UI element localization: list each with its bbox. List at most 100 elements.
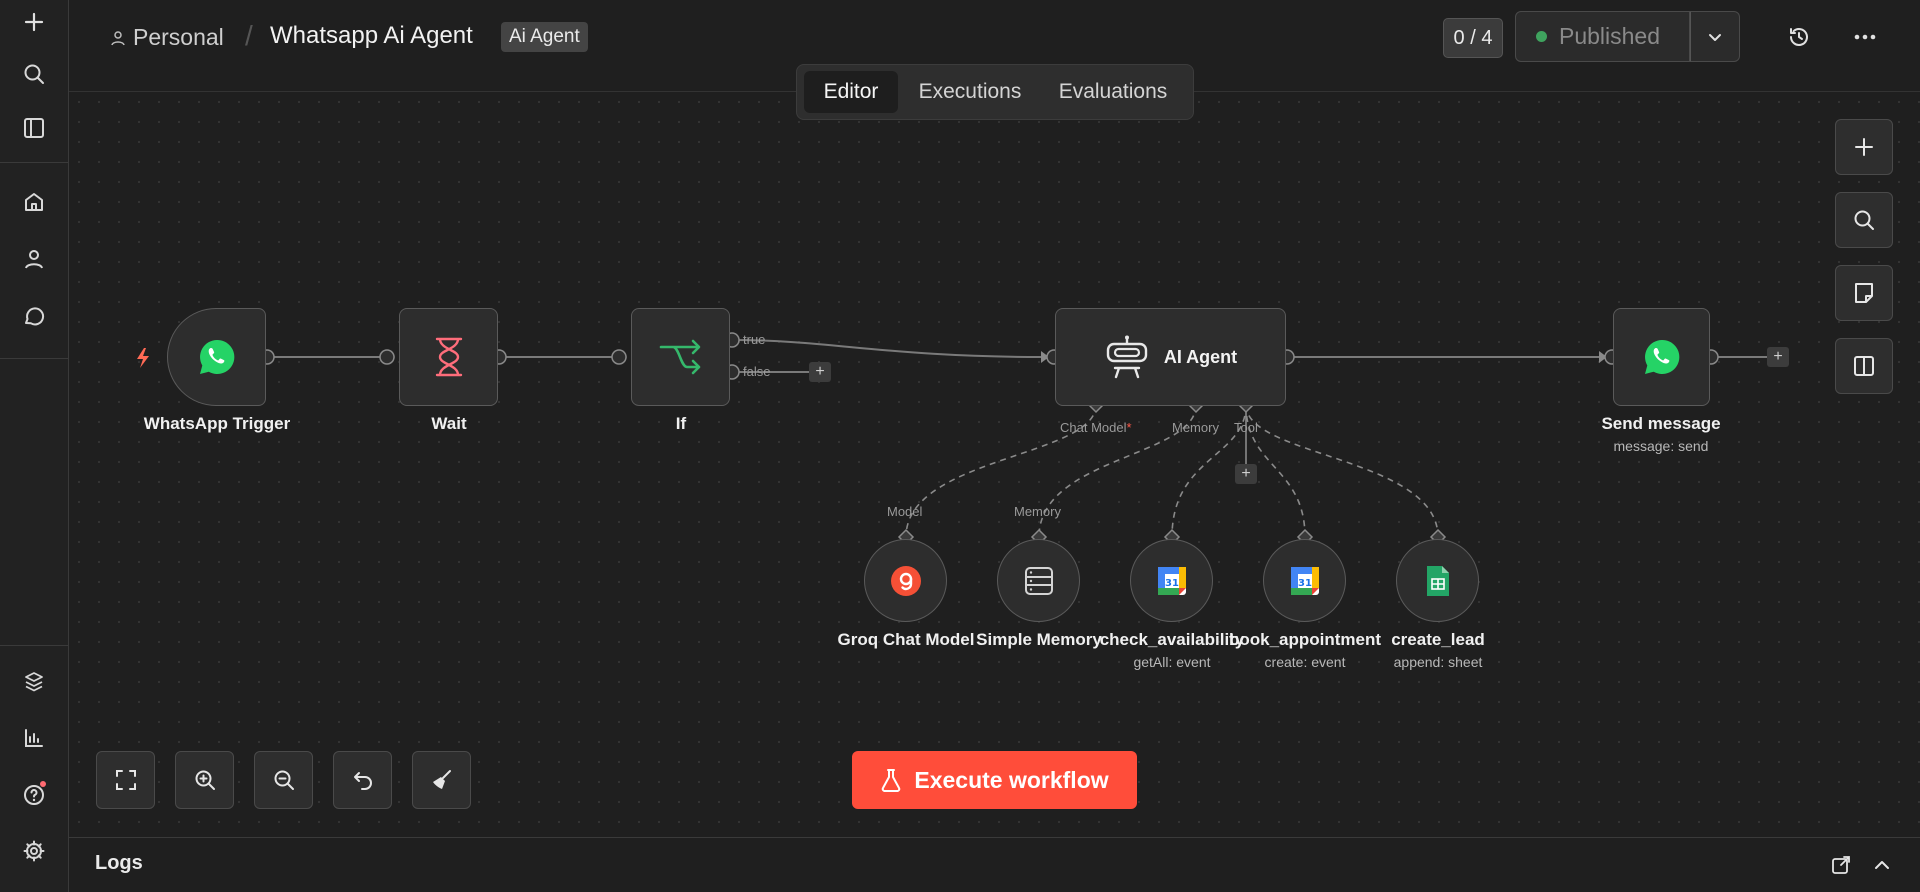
node-check-availability-label: check_availability (1099, 630, 1245, 649)
connections-layer (137, 332, 1767, 546)
node-book-appointment-label: book_appointment (1228, 630, 1382, 649)
port-memory-label: Memory (1172, 420, 1219, 435)
node-if-label: If (675, 414, 687, 433)
node-whatsapp-trigger[interactable] (167, 308, 266, 406)
add-node-panel-button[interactable] (1835, 119, 1893, 175)
execute-workflow-button[interactable]: Execute workflow (852, 751, 1137, 809)
published-label: Published (1559, 23, 1661, 49)
add-node-button[interactable]: + (809, 362, 831, 382)
undo-button[interactable] (333, 751, 392, 809)
node-create-lead[interactable] (1396, 539, 1479, 622)
node-simple-memory[interactable] (997, 539, 1080, 622)
tab-evaluations[interactable]: Evaluations (1043, 71, 1183, 113)
left-sidebar (0, 0, 69, 892)
add-node-button[interactable]: + (1767, 347, 1789, 367)
user-icon[interactable] (14, 239, 54, 279)
node-ai-agent[interactable]: AI Agent (1055, 308, 1286, 406)
memory-port-label: Memory (1014, 504, 1061, 519)
status-dot (1536, 31, 1547, 42)
search-icon (1854, 210, 1874, 230)
trigger-bolt-icon (137, 348, 149, 368)
node-memory-label: Simple Memory (976, 630, 1102, 649)
node-whatsapp-trigger-label: WhatsApp Trigger (143, 414, 291, 433)
node-groq-chat-model[interactable] (864, 539, 947, 622)
zoom-in-button[interactable] (175, 751, 234, 809)
history-icon (1790, 28, 1808, 46)
node-check-availability[interactable]: 31 (1130, 539, 1213, 622)
execute-workflow-label: Execute workflow (914, 766, 1109, 793)
publish-dropdown-button[interactable] (1690, 11, 1740, 62)
node-send-message-label: Send message (1601, 414, 1721, 433)
more-options-button[interactable] (1845, 18, 1885, 56)
undo-icon (353, 772, 372, 790)
add-icon[interactable] (14, 2, 54, 42)
help-icon[interactable] (14, 775, 54, 815)
node-send-message-subtitle: message: send (1613, 438, 1709, 454)
chevron-up-icon (1875, 861, 1889, 869)
home-icon[interactable] (14, 182, 54, 222)
plus-icon (1855, 138, 1873, 156)
if-true-output-label: true (743, 332, 766, 347)
port-chat-model-label: Chat Model (1060, 420, 1127, 435)
workflow-name[interactable]: Whatsapp Ai Agent (270, 22, 473, 50)
sticky-note-button[interactable] (1835, 265, 1893, 321)
panel-toggle-button[interactable] (1835, 338, 1893, 394)
node-check-availability-subtitle: getAll: event (1133, 654, 1211, 670)
sidebar-divider (0, 162, 68, 163)
chat-icon[interactable] (14, 296, 54, 336)
search-icon[interactable] (14, 54, 54, 94)
groq-port-label: Model (887, 504, 923, 519)
workflow-canvas[interactable]: WhatsApp Trigger Wait true false + If AI… (69, 92, 1920, 837)
pop-out-logs-button[interactable] (1828, 852, 1854, 878)
person-icon (111, 30, 125, 45)
port-tool-label: Tool (1234, 420, 1258, 435)
evaluation-counter[interactable]: 0 / 4 (1443, 18, 1503, 58)
zoom-in-icon (195, 770, 215, 790)
broom-icon (432, 770, 451, 789)
tab-editor[interactable]: Editor (804, 71, 898, 113)
logs-title: Logs (95, 852, 143, 874)
google-sheets-icon (1426, 565, 1449, 596)
node-create-lead-subtitle: append: sheet (1393, 654, 1483, 670)
svg-text:31: 31 (1165, 578, 1179, 589)
add-tool-button[interactable]: + (1235, 464, 1257, 484)
breadcrumb-owner[interactable]: Personal (109, 24, 224, 51)
hourglass-icon (435, 337, 462, 377)
node-book-appointment[interactable]: 31 (1263, 539, 1346, 622)
zoom-out-icon (274, 770, 294, 790)
breadcrumb-owner-label: Personal (133, 24, 224, 50)
insights-icon[interactable] (14, 718, 54, 758)
panel-icon (1854, 356, 1874, 376)
node-send-message[interactable] (1613, 308, 1710, 406)
node-wait[interactable] (399, 308, 498, 406)
node-create-lead-label: create_lead (1391, 630, 1485, 649)
branch-icon (659, 339, 700, 375)
database-icon (1024, 566, 1053, 595)
fit-view-button[interactable] (96, 751, 155, 809)
tidy-up-button[interactable] (412, 751, 471, 809)
logs-panel-bar[interactable]: Logs (69, 837, 1920, 892)
toggle-sidebar-icon[interactable] (14, 108, 54, 148)
whatsapp-icon (1644, 339, 1679, 374)
tab-executions[interactable]: Executions (907, 71, 1033, 113)
groq-icon (890, 565, 921, 596)
templates-icon[interactable] (14, 662, 54, 702)
published-button[interactable]: Published (1515, 11, 1690, 62)
expand-logs-button[interactable] (1869, 852, 1895, 878)
sidebar-divider (0, 358, 68, 359)
sidebar-divider (0, 645, 68, 646)
node-if[interactable] (631, 308, 730, 406)
note-icon (1855, 283, 1873, 303)
settings-icon[interactable] (14, 831, 54, 871)
breadcrumb-separator: / (245, 20, 253, 51)
search-nodes-button[interactable] (1835, 192, 1893, 248)
google-calendar-icon: 31 (1157, 566, 1186, 595)
history-button[interactable] (1779, 18, 1819, 56)
notification-badge (40, 781, 46, 787)
workflow-tag[interactable]: Ai Agent (501, 22, 588, 52)
if-false-output-label: false (743, 364, 771, 379)
pop-out-icon (1832, 856, 1850, 874)
zoom-out-button[interactable] (254, 751, 313, 809)
node-wait-label: Wait (431, 414, 467, 433)
node-ai-agent-label: AI Agent (1163, 346, 1238, 367)
